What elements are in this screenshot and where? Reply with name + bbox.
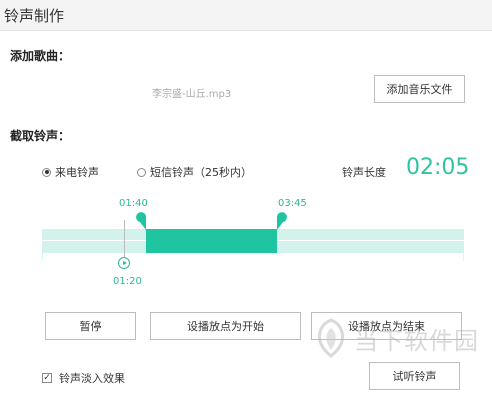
watermark: 当下软件园 [312, 318, 479, 358]
ringtone-length-value: 02:05 [406, 155, 470, 180]
end-handle-icon[interactable] [276, 210, 288, 230]
start-handle-icon[interactable] [136, 210, 148, 230]
radio-call-label: 来电铃声 [55, 166, 99, 179]
window-title: 铃声制作 [4, 7, 65, 25]
pause-button[interactable]: 暂停 [45, 312, 136, 340]
radio-call-ringtone[interactable]: 来电铃声 [42, 164, 99, 180]
radio-dot-icon [137, 167, 146, 177]
watermark-logo-icon [317, 318, 345, 358]
timeline-left-tick [42, 253, 43, 261]
song-filename: 李宗盛-山丘.mp3 [152, 89, 232, 100]
radio-dot-icon [42, 167, 51, 177]
title-bar: 铃声制作 [0, 0, 492, 31]
cut-ringtone-label: 截取铃声： [10, 129, 71, 143]
checkbox-check-icon: ✓ [42, 373, 52, 383]
start-time-label: 01:40 [119, 198, 148, 209]
watermark-text: 当下软件园 [354, 326, 479, 355]
fade-in-checkbox[interactable]: ✓ 铃声淡入效果 [42, 370, 125, 386]
timeline-right-tick [463, 253, 464, 261]
playhead-line [124, 220, 125, 258]
timeline-selection[interactable] [146, 229, 277, 253]
radio-sms-label: 短信铃声（25秒内） [150, 166, 252, 179]
set-start-button[interactable]: 设播放点为开始 [150, 312, 301, 340]
radio-sms-ringtone[interactable]: 短信铃声（25秒内） [137, 164, 252, 180]
end-time-label: 03:45 [278, 198, 307, 209]
preview-ringtone-button[interactable]: 试听铃声 [369, 362, 460, 390]
add-music-file-button[interactable]: 添加音乐文件 [374, 75, 465, 103]
playhead-time-label: 01:20 [113, 276, 142, 287]
add-song-label: 添加歌曲： [10, 49, 71, 63]
playhead-play-icon[interactable] [118, 257, 130, 269]
fade-in-label: 铃声淡入效果 [59, 372, 125, 385]
ringtone-length-label: 铃声长度 [342, 166, 386, 179]
